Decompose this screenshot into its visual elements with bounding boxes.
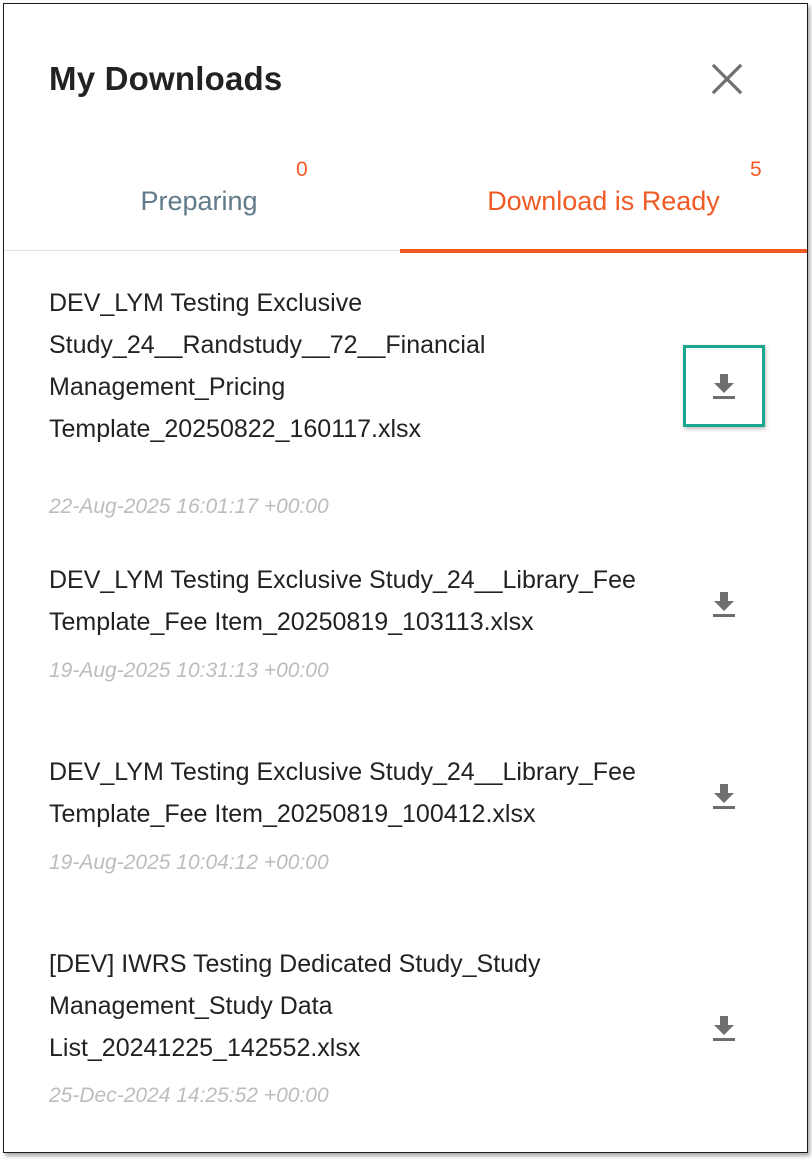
preparing-count-badge: 0 — [296, 158, 308, 181]
ready-count-badge: 5 — [750, 158, 762, 181]
download-icon — [713, 374, 735, 399]
download-button[interactable] — [683, 345, 765, 427]
file-timestamp: 19-Aug-2025 10:31:13 +00:00 — [49, 659, 329, 682]
download-button[interactable] — [683, 987, 765, 1069]
panel-title: My Downloads — [49, 60, 283, 97]
tab-download-ready[interactable]: 5 Download is Ready — [400, 144, 807, 253]
file-name: [DEV] IWRS Testing Dedicated Study_Study… — [49, 950, 541, 1062]
download-icon — [713, 592, 735, 617]
download-button[interactable] — [683, 755, 765, 837]
file-name: DEV_LYM Testing Exclusive Study_24__Rand… — [49, 289, 486, 443]
file-timestamp: 22-Aug-2025 16:01:17 +00:00 — [49, 495, 329, 518]
downloads-panel: My Downloads 0 Preparing 5 Download is R… — [3, 3, 808, 1153]
file-name: DEV_LYM Testing Exclusive Study_24__Libr… — [49, 566, 636, 636]
tab-preparing-label: Preparing — [140, 186, 258, 216]
tab-bar: 0 Preparing 5 Download is Ready — [4, 144, 807, 253]
download-icon — [713, 784, 735, 809]
file-timestamp: 25-Dec-2024 14:25:52 +00:00 — [49, 1084, 329, 1107]
download-icon — [713, 1016, 735, 1041]
panel-header: My Downloads — [4, 4, 807, 144]
close-button[interactable] — [706, 58, 748, 100]
download-button[interactable] — [683, 563, 765, 645]
active-tab-indicator — [400, 249, 807, 253]
close-icon — [711, 63, 743, 95]
file-name: DEV_LYM Testing Exclusive Study_24__Libr… — [49, 758, 636, 828]
tab-preparing[interactable]: 0 Preparing — [4, 144, 400, 251]
tab-download-ready-label: Download is Ready — [487, 186, 720, 216]
file-timestamp: 19-Aug-2025 10:04:12 +00:00 — [49, 851, 329, 874]
